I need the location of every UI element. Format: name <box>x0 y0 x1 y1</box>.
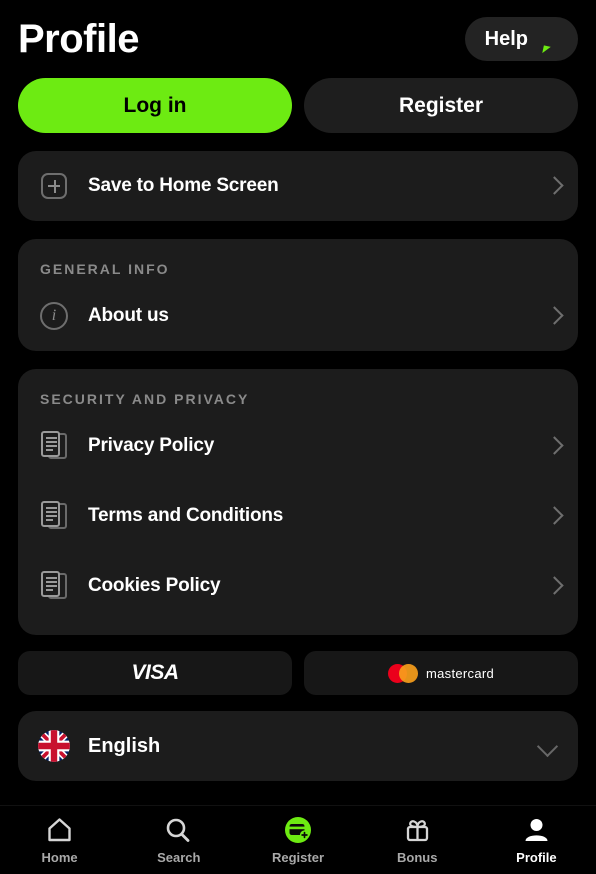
uk-flag-icon <box>38 730 70 762</box>
visa-logo: VISA <box>18 651 292 695</box>
visa-logo-text: VISA <box>131 661 179 684</box>
help-button[interactable]: Help <box>464 17 578 61</box>
nav-item-profile[interactable]: Profile <box>477 806 596 874</box>
save-to-home-label: Save to Home Screen <box>88 175 279 196</box>
document-icon <box>36 501 72 531</box>
list-item-privacy-policy[interactable]: Privacy Policy <box>18 411 578 481</box>
chat-bubble-icon <box>538 27 564 55</box>
mastercard-logo: mastercard <box>304 651 578 695</box>
document-icon <box>36 431 72 461</box>
nav-item-label: Register <box>271 849 325 865</box>
register-button[interactable]: Register <box>304 78 578 133</box>
bottom-nav: Home Search Register Bonus Profile <box>0 805 596 874</box>
list-item-about-us[interactable]: i About us <box>18 281 578 351</box>
list-item-label: Cookies Policy <box>88 575 221 596</box>
list-item-label: About us <box>88 305 169 326</box>
payment-methods: VISA mastercard <box>18 651 578 695</box>
header: Profile Help <box>0 0 596 64</box>
nav-item-label: Bonus <box>396 849 438 865</box>
save-to-home-row[interactable]: Save to Home Screen <box>18 151 578 221</box>
nav-item-label: Profile <box>516 849 557 865</box>
nav-item-bonus[interactable]: Bonus <box>358 806 477 874</box>
profile-screen: Profile Help Log in Register Save to Hom… <box>0 0 596 874</box>
general-info-section-label: GENERAL INFO <box>40 261 170 277</box>
login-button[interactable]: Log in <box>18 78 292 133</box>
gift-icon <box>402 816 432 844</box>
list-item-cookies-policy[interactable]: Cookies Policy <box>18 551 578 621</box>
auth-buttons: Log in Register <box>0 64 596 133</box>
document-icon <box>36 571 72 601</box>
plus-square-icon <box>36 173 72 199</box>
chevron-down-icon <box>536 739 558 753</box>
list-item-label: Terms and Conditions <box>88 505 284 526</box>
language-value: English <box>88 734 161 757</box>
nav-item-label: Search <box>157 849 201 865</box>
list-item-label: Privacy Policy <box>88 435 215 456</box>
page-title: Profile <box>18 17 139 61</box>
mastercard-circles-icon <box>387 663 418 683</box>
chevron-right-icon <box>548 176 560 196</box>
chevron-right-icon <box>548 576 560 596</box>
security-privacy-card: SECURITY AND PRIVACY Privacy Policy Term… <box>18 369 578 635</box>
security-privacy-section-label: SECURITY AND PRIVACY <box>40 391 250 407</box>
language-selector[interactable]: English <box>18 711 578 781</box>
info-circle-icon: i <box>36 302 72 330</box>
nav-item-search[interactable]: Search <box>119 806 238 874</box>
general-info-card: GENERAL INFO i About us <box>18 239 578 351</box>
help-button-label: Help <box>484 27 528 50</box>
list-item-terms-and-conditions[interactable]: Terms and Conditions <box>18 481 578 551</box>
save-to-home-card: Save to Home Screen <box>18 151 578 221</box>
register-card-icon <box>283 816 313 844</box>
nav-item-home[interactable]: Home <box>0 806 119 874</box>
person-icon <box>521 816 551 844</box>
nav-item-label: Home <box>41 849 78 865</box>
mastercard-logo-text: mastercard <box>425 665 495 681</box>
nav-item-register[interactable]: Register <box>238 806 357 874</box>
chevron-right-icon <box>548 306 560 326</box>
chevron-right-icon <box>548 506 560 526</box>
chevron-right-icon <box>548 436 560 456</box>
home-icon <box>45 816 75 844</box>
search-icon <box>164 816 194 844</box>
